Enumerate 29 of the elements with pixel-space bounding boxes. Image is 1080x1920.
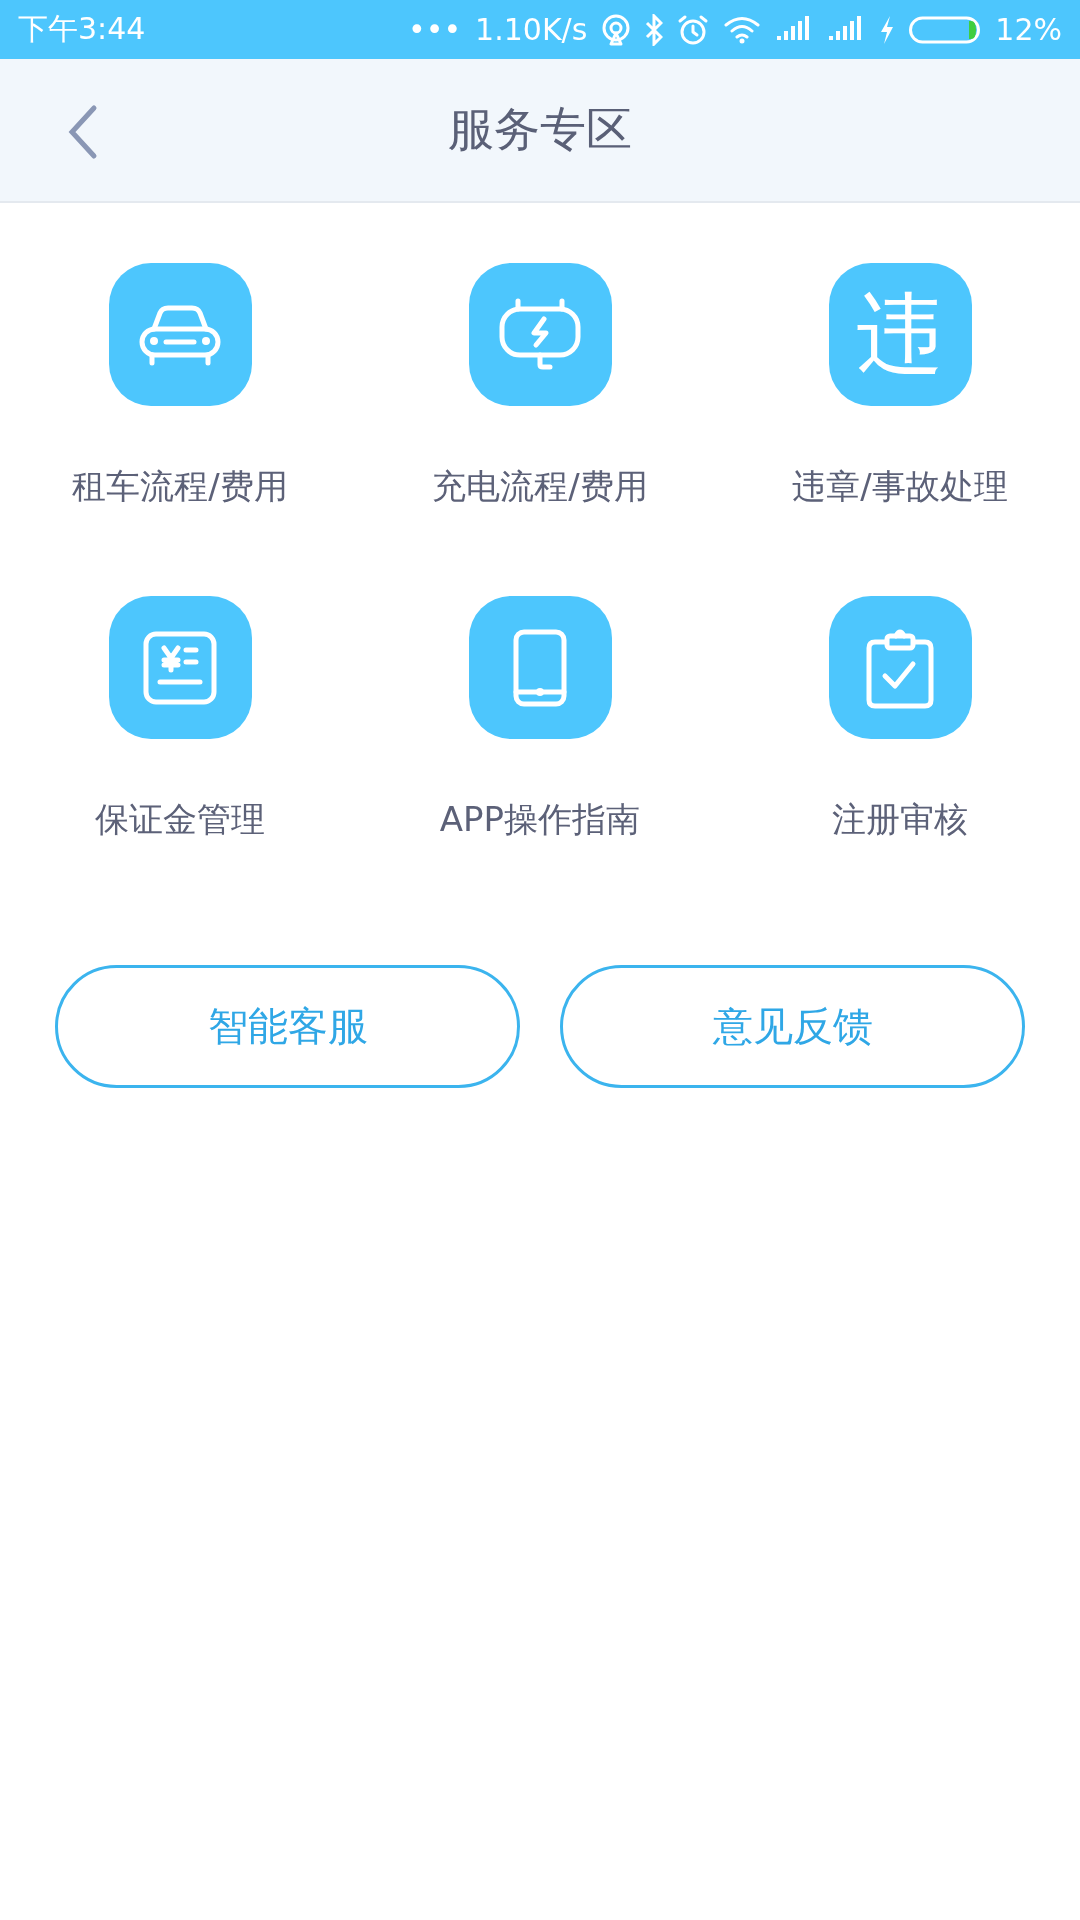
battery-percent: 12% [995, 12, 1062, 47]
status-time: 下午3:44 [18, 10, 146, 48]
wifi-icon [723, 15, 762, 44]
service-label: 租车流程/费用 [72, 465, 288, 508]
battery-icon [909, 14, 982, 45]
tablet-icon [512, 627, 568, 708]
receipt-icon [142, 629, 218, 706]
service-label: APP操作指南 [439, 798, 641, 841]
alarm-icon [677, 13, 710, 46]
bluetooth-icon [645, 13, 664, 46]
action-button[interactable]: 意见反馈 [560, 965, 1025, 1088]
service-tile[interactable] [108, 263, 252, 406]
service-label: 保证金管理 [95, 798, 265, 841]
service-label: 充电流程/费用 [432, 465, 648, 508]
page-title: 服务专区 [448, 101, 632, 158]
service-label: 注册审核 [832, 798, 968, 841]
service-tile[interactable] [828, 596, 972, 739]
network-speed: 1.10K/s [475, 12, 588, 47]
service-tile[interactable] [468, 263, 612, 406]
service-tile[interactable] [468, 596, 612, 739]
charging-icon [879, 14, 896, 45]
service-tile[interactable]: 违 [828, 263, 972, 406]
character-icon: 违 [856, 275, 944, 394]
charger-icon [498, 296, 582, 373]
service-label: 违章/事故处理 [792, 465, 1008, 508]
action-button[interactable]: 智能客服 [55, 965, 520, 1088]
more-dots: ••• [408, 12, 462, 47]
service-tile[interactable] [108, 596, 252, 739]
hotspot-icon [601, 13, 632, 46]
